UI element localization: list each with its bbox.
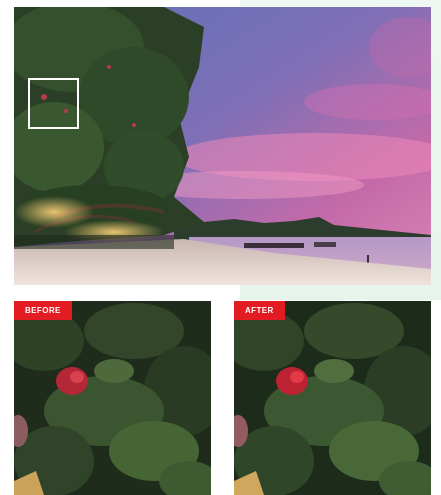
before-crop-panel: BEFORE	[14, 301, 211, 495]
after-crop-image	[234, 301, 431, 495]
after-crop-panel: AFTER	[234, 301, 431, 495]
before-label: BEFORE	[14, 301, 72, 320]
after-label: AFTER	[234, 301, 285, 320]
beach-sunset-photo	[14, 7, 431, 285]
before-crop-image	[14, 301, 211, 495]
crop-region-marker	[28, 78, 79, 129]
